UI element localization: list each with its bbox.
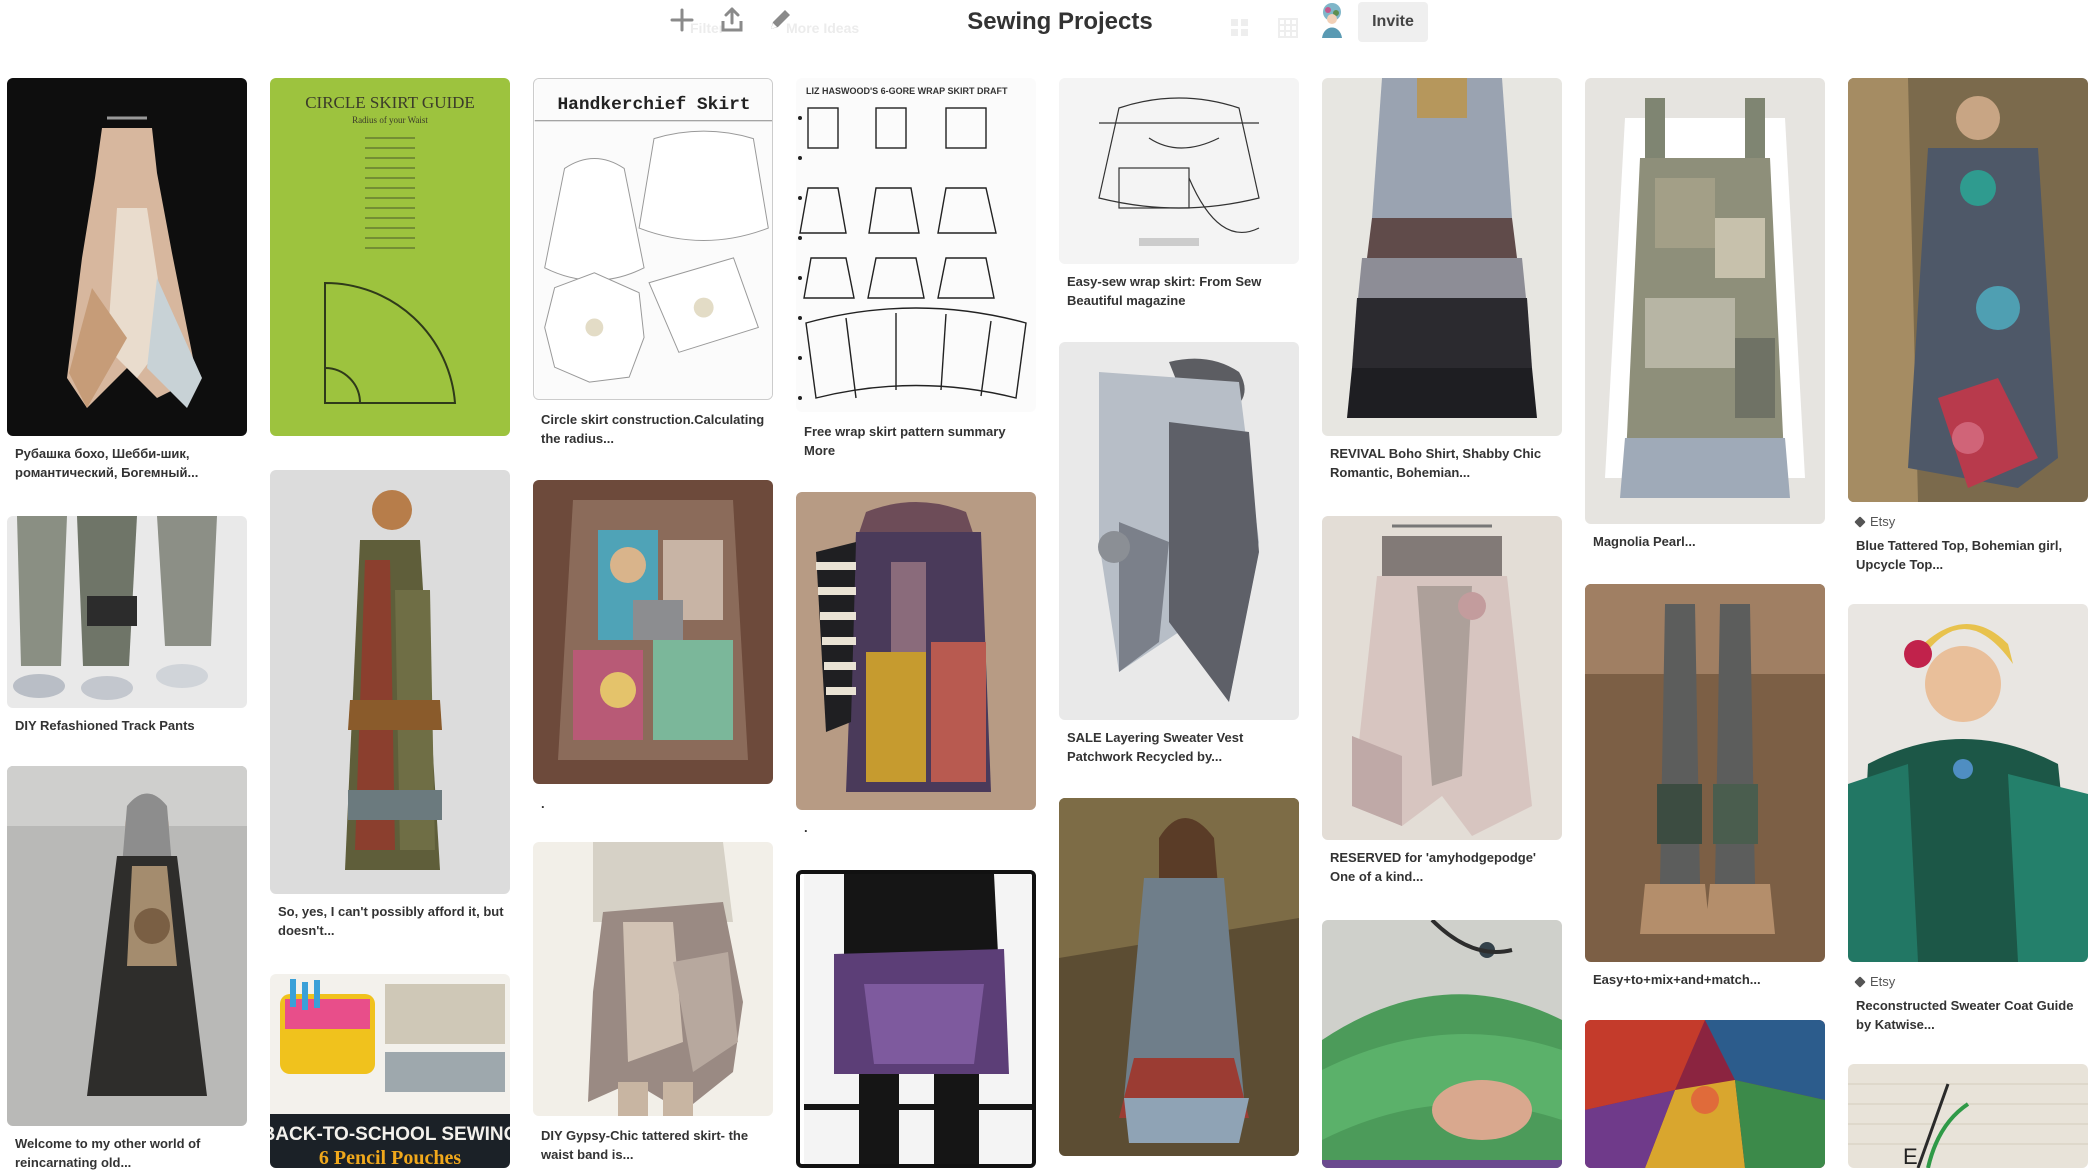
pin-image[interactable] (1059, 798, 1299, 1156)
image-title: LIZ HASWOOD'S 6-GORE WRAP SKIRT DRAFT (806, 86, 1008, 96)
pin-description: RESERVED for 'amyhodgepodge' One of a ki… (1330, 850, 1537, 884)
image-title: CIRCLE SKIRT GUIDE (305, 93, 475, 112)
pin-image[interactable] (7, 766, 247, 1126)
pin-image[interactable]: Handkerchief Skirt (533, 78, 773, 400)
pin-image[interactable] (533, 842, 773, 1116)
pin-source-label: Etsy (1870, 514, 1896, 529)
pin-description: Easy+to+mix+and+match... (1593, 972, 1761, 987)
pin-image[interactable] (1322, 920, 1562, 1168)
pin-image[interactable] (1585, 78, 1825, 524)
pin-description: . (541, 796, 545, 811)
pin-description: Easy-sew wrap skirt: From Sew Beautiful … (1067, 274, 1262, 308)
board-title: Sewing Projects (967, 8, 1153, 35)
pin-description: Рубашка бохо, Шебби-шик, романтический, … (15, 446, 199, 480)
avatar[interactable] (1314, 0, 1350, 40)
pin-description: SALE Layering Sweater Vest Patchwork Rec… (1067, 730, 1244, 764)
pin-image[interactable] (1585, 584, 1825, 962)
plus-icon[interactable] (668, 6, 696, 34)
grid-icon[interactable] (1278, 18, 1298, 38)
pin-image[interactable]: CIRCLE SKIRT GUIDE Radius of your Waist (270, 78, 510, 436)
pin-description: Magnolia Pearl... (1593, 534, 1696, 549)
pin-image[interactable] (1585, 1020, 1825, 1168)
invite-button[interactable]: Invite (1358, 2, 1428, 42)
pin-image[interactable] (1322, 516, 1562, 840)
image-subtitle: Radius of your Waist (352, 115, 428, 125)
pin-source[interactable]: Etsy (1854, 974, 1896, 990)
tag-icon (1854, 976, 1866, 988)
image-title: BACK-TO-SCHOOL SEWING (270, 1124, 510, 1145)
pin-image[interactable]: E (1848, 1064, 2088, 1168)
svg-text:E: E (1903, 1144, 1918, 1168)
pin-source-label: Etsy (1870, 974, 1896, 989)
image-title: Handkerchief Skirt (557, 95, 750, 115)
pin-image[interactable] (1848, 604, 2088, 962)
pin-image[interactable] (270, 470, 510, 894)
pin-image[interactable]: LIZ HASWOOD'S 6-GORE WRAP SKIRT DRAFT (796, 78, 1036, 412)
ghost-more-ideas: More Ideas (786, 20, 860, 36)
pin-image[interactable] (7, 78, 247, 436)
pin-image[interactable] (7, 516, 247, 708)
pin-image[interactable] (1848, 78, 2088, 502)
pin-description: . (804, 820, 808, 835)
tag-icon (1854, 516, 1866, 528)
pin-image[interactable] (796, 492, 1036, 810)
pin-image[interactable] (796, 870, 1036, 1168)
grid-icon[interactable] (1230, 18, 1250, 38)
pin-description: DIY Refashioned Track Pants (15, 718, 195, 733)
pin-description: REVIVAL Boho Shirt, Shabby Chic Romantic… (1330, 446, 1542, 480)
pin-image[interactable] (533, 480, 773, 784)
image-subtitle: 6 Pencil Pouches (319, 1147, 461, 1168)
pin-description: Blue Tattered Top, Bohemian girl, Upcycl… (1856, 538, 2063, 572)
board-header: Filter More Ideas Sewing Projects Invite (0, 0, 2098, 46)
pin-image[interactable] (1059, 342, 1299, 720)
share-icon[interactable] (718, 6, 746, 34)
pin-image[interactable] (1322, 78, 1562, 436)
pin-description: Free wrap skirt pattern summary More (804, 424, 1006, 458)
pin-source[interactable]: Etsy (1854, 514, 1896, 530)
pin-description: Welcome to my other world of reincarnati… (15, 1136, 201, 1170)
pin-image[interactable] (1059, 78, 1299, 264)
pin-description: DIY Gypsy-Chic tattered skirt- the waist… (541, 1128, 749, 1162)
pin-description: Reconstructed Sweater Coat Guide by Katw… (1856, 998, 2074, 1032)
pin-description: So, yes, I can't possibly afford it, but… (278, 904, 504, 938)
pin-image[interactable]: BACK-TO-SCHOOL SEWING 6 Pencil Pouches (270, 974, 510, 1168)
pin-description: Circle skirt construction.Calculating th… (541, 412, 765, 446)
